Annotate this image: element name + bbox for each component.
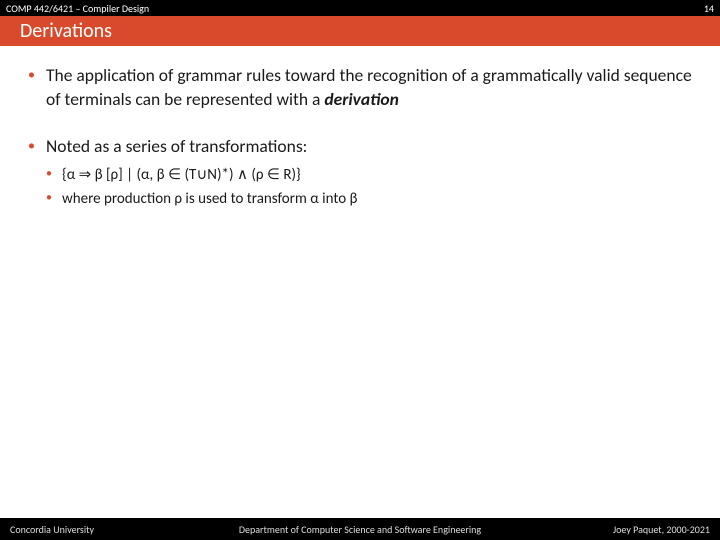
bullet-1-keyword: derivation <box>324 88 398 110</box>
bullet-2-sub-2: where production ρ is used to transform … <box>46 189 692 209</box>
top-bar: COMP 442/6421 – Compiler Design 14 <box>0 0 720 16</box>
slide-number: 14 <box>704 2 714 15</box>
bullet-2-text: Noted as a series of transformations: <box>46 135 307 157</box>
bullet-2-sub-1: {α ⇒ β [ρ] | (α, β ∈ (T∪N)*) ∧ (ρ ∈ R)} <box>46 165 692 185</box>
footer-right: Joey Paquet, 2000-2021 <box>613 523 710 536</box>
title-bar: Derivations <box>0 16 720 46</box>
slide-title: Derivations <box>20 19 112 43</box>
footer-bar: Concordia University Department of Compu… <box>0 518 720 540</box>
slide-body: The application of grammar rules toward … <box>0 46 720 540</box>
bullet-2: Noted as a series of transformations: {α… <box>28 135 692 209</box>
bullet-1: The application of grammar rules toward … <box>28 64 692 111</box>
course-code: COMP 442/6421 – Compiler Design <box>6 2 149 15</box>
footer-left: Concordia University <box>10 523 94 536</box>
